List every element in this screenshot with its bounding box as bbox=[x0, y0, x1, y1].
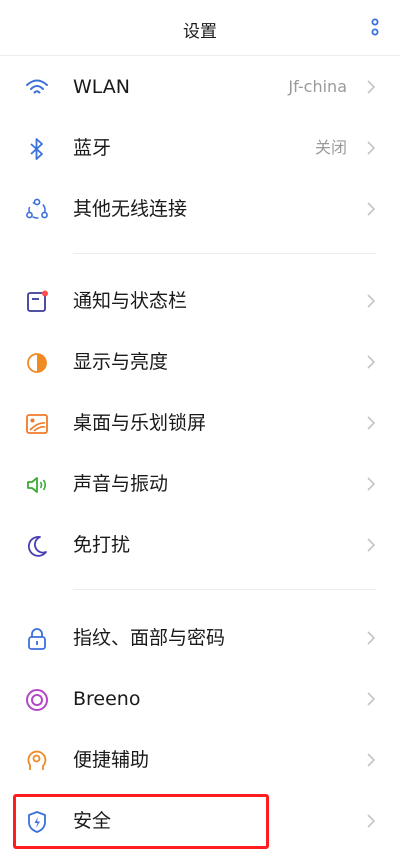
notification-icon bbox=[27, 290, 48, 312]
vertical-dots-icon[interactable] bbox=[368, 17, 382, 39]
settings-item-label: 蓝牙 bbox=[73, 137, 112, 159]
highlight-box bbox=[13, 794, 269, 849]
page-title: 设置 bbox=[183, 22, 217, 42]
settings-item-fingerprint-face-password[interactable]: 指纹、面部与密码 bbox=[0, 608, 400, 669]
settings-item-label: 指纹、面部与密码 bbox=[73, 627, 226, 649]
brightness-icon bbox=[27, 353, 47, 373]
settings-item-wlan[interactable]: WLAN Jf-china bbox=[0, 57, 400, 118]
settings-item-label: 显示与亮度 bbox=[73, 351, 169, 373]
settings-item-value: 关闭 bbox=[314, 138, 347, 157]
settings-item-label: 便捷辅助 bbox=[73, 749, 150, 771]
chevron-right-icon bbox=[367, 202, 376, 216]
chevron-right-icon bbox=[367, 631, 376, 645]
assist-icon bbox=[27, 750, 47, 770]
connections-icon bbox=[26, 198, 48, 219]
chevron-right-icon bbox=[367, 477, 376, 491]
settings-item-wallpaper[interactable]: 桌面与乐划锁屏 bbox=[0, 393, 400, 454]
settings-item-other-wireless[interactable]: 其他无线连接 bbox=[0, 179, 400, 240]
wifi-icon bbox=[26, 79, 48, 94]
chevron-right-icon bbox=[367, 294, 376, 308]
settings-item-label: 免打扰 bbox=[73, 534, 131, 556]
settings-item-breeno[interactable]: Breeno bbox=[0, 669, 400, 730]
settings-item-display[interactable]: 显示与亮度 bbox=[0, 332, 400, 393]
chevron-right-icon bbox=[367, 753, 376, 767]
chevron-right-icon bbox=[367, 814, 376, 828]
chevron-right-icon bbox=[367, 538, 376, 552]
settings-item-sound[interactable]: 声音与振动 bbox=[0, 454, 400, 515]
chevron-right-icon bbox=[367, 141, 376, 155]
section-divider bbox=[73, 589, 376, 590]
chevron-right-icon bbox=[367, 355, 376, 369]
wallpaper-icon bbox=[26, 414, 48, 434]
breeno-icon bbox=[26, 689, 48, 711]
settings-item-notifications[interactable]: 通知与状态栏 bbox=[0, 271, 400, 332]
lock-icon bbox=[28, 628, 46, 650]
settings-item-label: Breeno bbox=[73, 688, 141, 710]
chevron-right-icon bbox=[367, 692, 376, 706]
bluetooth-icon bbox=[30, 138, 43, 160]
settings-item-do-not-disturb[interactable]: 免打扰 bbox=[0, 515, 400, 576]
moon-icon bbox=[28, 535, 47, 557]
settings-item-label: 通知与状态栏 bbox=[73, 290, 188, 312]
chevron-right-icon bbox=[367, 80, 376, 94]
app-header: 设置 bbox=[0, 0, 400, 56]
settings-item-label: 桌面与乐划锁屏 bbox=[73, 412, 207, 434]
settings-item-label: 其他无线连接 bbox=[73, 198, 188, 220]
settings-item-label: 声音与振动 bbox=[73, 473, 169, 495]
chevron-right-icon bbox=[367, 416, 376, 430]
section-divider bbox=[73, 253, 376, 254]
settings-item-bluetooth[interactable]: 蓝牙 关闭 bbox=[0, 118, 400, 179]
settings-item-value: Jf-china bbox=[288, 77, 347, 96]
sound-icon bbox=[27, 477, 47, 493]
settings-item-label: WLAN bbox=[73, 76, 131, 98]
settings-item-assistive[interactable]: 便捷辅助 bbox=[0, 730, 400, 791]
